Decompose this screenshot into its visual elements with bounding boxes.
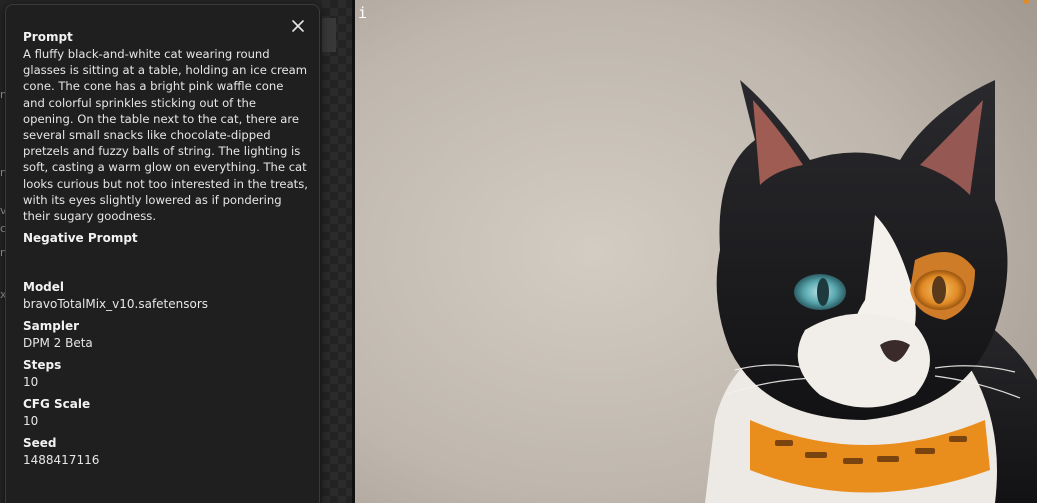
model-value: bravoTotalMix_v10.safetensors — [23, 297, 209, 312]
model-label: Model — [23, 280, 65, 295]
app-root: n n v c n x i Prompt A fluffy black-and-… — [0, 0, 1037, 503]
cfg-scale-value: 10 — [23, 414, 39, 429]
prompt-field: Prompt A fluffy black-and-white cat wear… — [23, 29, 308, 224]
seed-value: 1488417116 — [23, 453, 100, 468]
sampler-label: Sampler — [23, 319, 80, 334]
cfg-scale-field: CFG Scale 10 — [23, 396, 308, 429]
steps-label: Steps — [23, 358, 62, 373]
steps-field: Steps 10 — [23, 357, 308, 390]
background-transparency-strip — [322, 0, 352, 503]
seed-field: Seed 1488417116 — [23, 435, 308, 468]
model-field: Model bravoTotalMix_v10.safetensors — [23, 279, 308, 312]
prompt-value: A fluffy black-and-white cat wearing rou… — [23, 47, 308, 224]
negative-prompt-field: Negative Prompt — [23, 230, 308, 273]
image-viewer[interactable]: i — [355, 0, 1037, 503]
generation-info-panel: Prompt A fluffy black-and-white cat wear… — [5, 4, 320, 503]
sampler-field: Sampler DPM 2 Beta — [23, 318, 308, 351]
generated-cat-image — [355, 0, 1037, 503]
image-info-indicator[interactable]: i — [358, 4, 367, 22]
negative-prompt-value — [23, 247, 308, 273]
prompt-label: Prompt — [23, 30, 73, 44]
background-scroll-thumb[interactable] — [322, 18, 336, 52]
steps-value: 10 — [23, 375, 39, 390]
seed-label: Seed — [23, 436, 57, 451]
cfg-scale-label: CFG Scale — [23, 397, 91, 412]
sampler-value: DPM 2 Beta — [23, 336, 93, 351]
generation-info-list: Prompt A fluffy black-and-white cat wear… — [23, 29, 308, 474]
negative-prompt-label: Negative Prompt — [23, 231, 138, 246]
